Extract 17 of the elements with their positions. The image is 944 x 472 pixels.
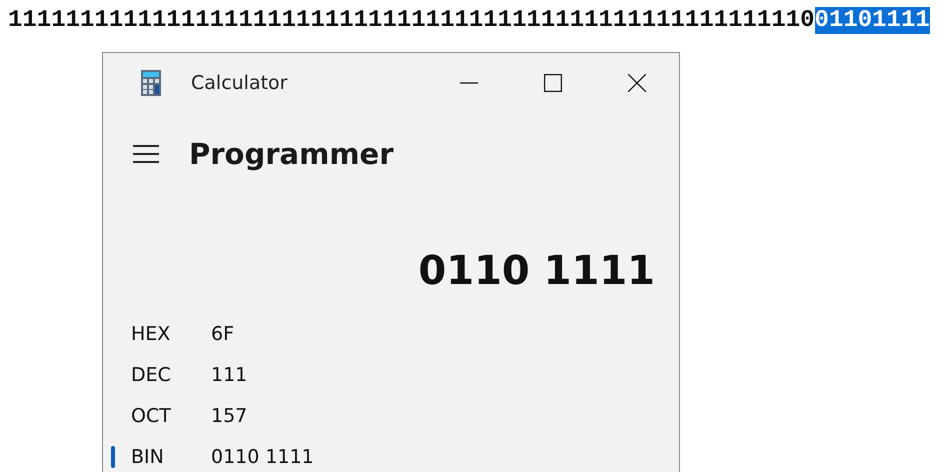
mode-title: Programmer	[189, 137, 394, 171]
menu-icon	[133, 144, 159, 164]
selected-text: 01101111	[814, 7, 930, 34]
radix-row[interactable]: BIN 0110 1111	[103, 436, 679, 472]
window-title: Calculator	[191, 72, 288, 94]
menu-button[interactable]	[133, 144, 159, 164]
calculator-icon	[141, 70, 161, 96]
close-icon	[628, 74, 646, 92]
selection-indicator	[111, 446, 115, 468]
binary-text: 1111111111111111111111111111111111111111111111111111111	[8, 7, 800, 34]
binary-text: 0	[800, 7, 815, 34]
minimize-icon	[460, 82, 478, 84]
result-display: 0110 1111	[418, 247, 656, 296]
radix-row[interactable]: OCT 157	[103, 395, 679, 436]
radix-row[interactable]: DEC 111	[103, 354, 679, 395]
radix-row[interactable]: HEX 6F	[103, 313, 679, 354]
maximize-icon	[544, 74, 562, 92]
